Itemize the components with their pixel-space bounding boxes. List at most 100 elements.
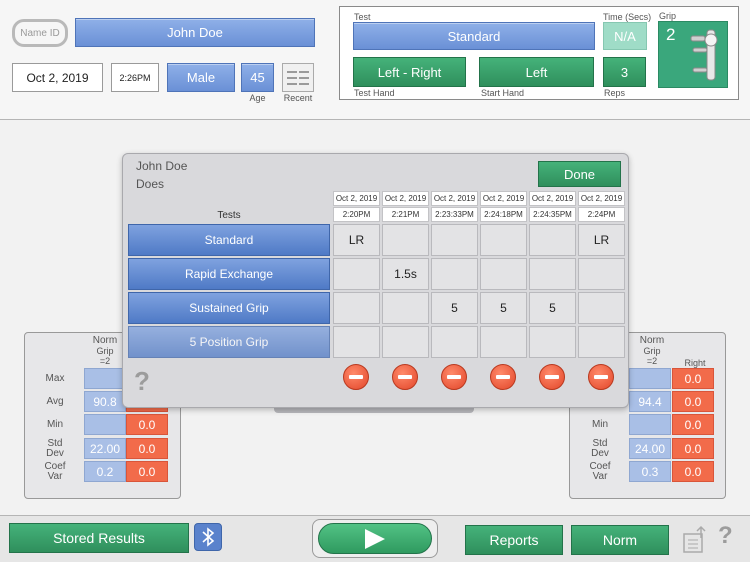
delete-column-button[interactable] <box>392 364 418 390</box>
name-id-button[interactable]: Name ID <box>12 19 68 47</box>
result-cell[interactable]: LR <box>578 224 625 256</box>
result-cell[interactable]: 5 <box>431 292 478 324</box>
left-grip-label: Grip <box>96 346 114 356</box>
result-cell[interactable] <box>431 326 478 358</box>
grip-selector[interactable]: 2 <box>658 21 728 88</box>
recent-label: Recent <box>283 93 313 103</box>
right-norm-label: Norm <box>639 335 665 346</box>
column-time: 2:23:33PM <box>431 207 478 222</box>
dialog-patient-name: John Doe <box>136 159 188 173</box>
norm-value-cell <box>84 414 126 435</box>
start-hand-selector[interactable]: Left <box>479 57 594 87</box>
date-value: Oct 2, 2019 <box>26 70 89 85</box>
delete-column-button[interactable] <box>539 364 565 390</box>
result-value-cell: 0.0 <box>672 461 714 482</box>
result-cell[interactable]: 1.5s <box>382 258 429 290</box>
column-date: Oct 2, 2019 <box>578 191 625 206</box>
play-icon <box>365 528 385 549</box>
result-cell[interactable] <box>333 258 380 290</box>
result-cell[interactable] <box>382 326 429 358</box>
test-row-button[interactable]: Standard <box>128 224 330 256</box>
norm-value-cell: 22.00 <box>84 438 126 459</box>
done-button[interactable]: Done <box>538 161 621 187</box>
result-cell[interactable] <box>578 292 625 324</box>
result-value-cell: 0.0 <box>672 438 714 459</box>
dialog-help-icon[interactable]: ? <box>134 366 150 397</box>
result-cell[interactable] <box>431 258 478 290</box>
minus-icon <box>594 375 608 379</box>
result-cell[interactable] <box>333 292 380 324</box>
result-cell[interactable] <box>529 326 576 358</box>
norm-label: Norm <box>602 532 638 548</box>
result-cell[interactable]: LR <box>333 224 380 256</box>
stored-results-button[interactable]: Stored Results <box>9 523 189 553</box>
patient-name-field[interactable]: John Doe <box>75 18 315 47</box>
time-value: 2:26PM <box>119 72 151 83</box>
start-test-button[interactable] <box>318 523 432 554</box>
test-hand-selector[interactable]: Left - Right <box>353 57 466 87</box>
result-cell[interactable] <box>431 224 478 256</box>
footer-help-icon[interactable]: ? <box>718 522 733 550</box>
result-cell[interactable] <box>333 326 380 358</box>
result-cell[interactable] <box>529 224 576 256</box>
result-cell[interactable] <box>382 224 429 256</box>
test-label: Test <box>354 12 371 22</box>
result-cell[interactable]: 5 <box>529 292 576 324</box>
norm-value-cell: 0.3 <box>629 461 671 482</box>
result-cell[interactable]: 5 <box>480 292 527 324</box>
norm-value-cell: 90.8 <box>84 391 126 412</box>
reports-button[interactable]: Reports <box>465 525 563 555</box>
column-time: 2:20PM <box>333 207 380 222</box>
test-hand-value: Left - Right <box>377 64 442 80</box>
result-cell[interactable] <box>529 258 576 290</box>
date-field[interactable]: Oct 2, 2019 <box>12 63 103 92</box>
column-time: 2:21PM <box>382 207 429 222</box>
name-id-label: Name ID <box>20 27 60 39</box>
left-norm-header: Norm Grip =2 <box>84 336 126 367</box>
dialog-subtitle: Does <box>136 177 165 191</box>
gender-value: Male <box>186 70 216 85</box>
left-grip-eq: =2 <box>99 356 111 366</box>
norm-button[interactable]: Norm <box>571 525 669 555</box>
list-icon <box>287 70 309 85</box>
reps-label: Reps <box>604 88 626 98</box>
delete-column-button[interactable] <box>343 364 369 390</box>
stat-label: Min <box>591 418 609 430</box>
result-cell[interactable] <box>480 258 527 290</box>
start-hand-label: Start Hand <box>481 88 525 98</box>
test-selector[interactable]: Standard <box>353 22 595 50</box>
result-value-cell: 0.0 <box>126 461 168 482</box>
stat-label: Avg <box>46 395 64 407</box>
reps-selector[interactable]: 3 <box>603 57 646 87</box>
result-cell[interactable] <box>578 326 625 358</box>
test-hand-label: Test Hand <box>354 88 395 98</box>
export-button[interactable] <box>682 524 710 554</box>
result-value-cell: 0.0 <box>126 438 168 459</box>
recent-button[interactable] <box>282 63 314 92</box>
result-cell[interactable] <box>480 326 527 358</box>
test-row-button[interactable]: Sustained Grip <box>128 292 330 324</box>
test-row-button[interactable]: Rapid Exchange <box>128 258 330 290</box>
norm-value-cell <box>629 368 671 389</box>
test-row-button[interactable]: 5 Position Grip <box>128 326 330 358</box>
right-grip-label: Grip <box>643 346 661 356</box>
delete-column-button[interactable] <box>490 364 516 390</box>
age-field[interactable]: 45 <box>241 63 274 92</box>
result-cell[interactable] <box>480 224 527 256</box>
time-secs-field[interactable]: N/A <box>603 22 647 50</box>
time-field[interactable]: 2:26PM <box>111 63 159 92</box>
minus-icon <box>349 375 363 379</box>
result-cell[interactable] <box>382 292 429 324</box>
stat-label: Min <box>46 418 64 430</box>
minus-icon <box>398 375 412 379</box>
result-value-cell: 0.0 <box>126 414 168 435</box>
result-cell[interactable] <box>578 258 625 290</box>
delete-column-button[interactable] <box>588 364 614 390</box>
column-time: 2:24:35PM <box>529 207 576 222</box>
result-value-cell: 0.0 <box>672 391 714 412</box>
bluetooth-button[interactable] <box>194 523 222 551</box>
result-value-cell: 0.0 <box>672 368 714 389</box>
column-time: 2:24PM <box>578 207 625 222</box>
gender-button[interactable]: Male <box>167 63 235 92</box>
delete-column-button[interactable] <box>441 364 467 390</box>
